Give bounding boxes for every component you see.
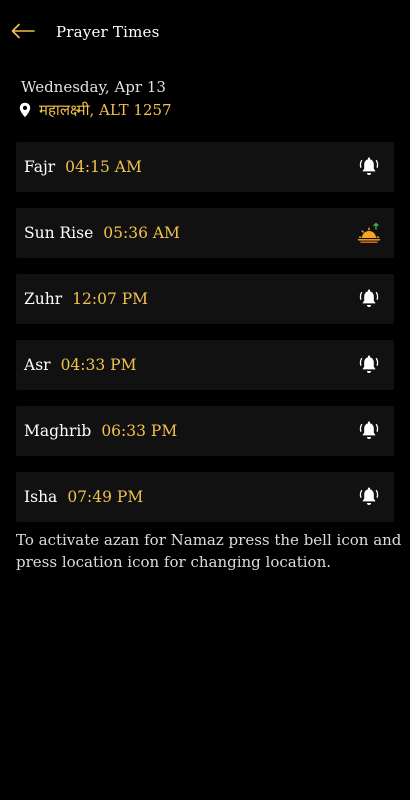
prayer-time: 07:49 PM <box>67 488 144 506</box>
location-pin-icon[interactable] <box>19 102 33 118</box>
prayer-name: Sun Rise <box>24 224 94 242</box>
prayer-time: 04:33 PM <box>60 356 137 374</box>
location-text: महालक्ष्मी, ALT 1257 <box>39 101 172 119</box>
prayer-name: Asr <box>24 356 51 374</box>
prayer-name: Fajr <box>24 158 56 176</box>
prayer-row-sunrise: Sun Rise 05:36 AM <box>16 208 394 258</box>
prayer-row-asr: Asr 04:33 PM <box>16 340 394 390</box>
prayer-name: Maghrib <box>24 422 92 440</box>
bell-icon[interactable] <box>357 485 381 509</box>
page-title: Prayer Times <box>56 23 160 41</box>
sunrise-icon <box>357 221 381 245</box>
prayer-row-maghrib: Maghrib 06:33 PM <box>16 406 394 456</box>
bell-icon[interactable] <box>357 287 381 311</box>
date-label: Wednesday, Apr 13 <box>21 78 166 96</box>
prayer-row-fajr: Fajr 04:15 AM <box>16 142 394 192</box>
prayer-time: 12:07 PM <box>72 290 149 308</box>
prayer-name: Zuhr <box>24 290 63 308</box>
back-arrow-icon <box>11 23 35 43</box>
prayer-time: 05:36 AM <box>103 224 180 242</box>
app-bar: Prayer Times <box>0 0 410 66</box>
bell-icon[interactable] <box>357 419 381 443</box>
bell-icon[interactable] <box>357 353 381 377</box>
bell-icon[interactable] <box>357 155 381 179</box>
prayer-time: 04:15 AM <box>65 158 142 176</box>
info-text: To activate azan for Namaz press the bel… <box>16 531 402 571</box>
prayer-list: Fajr 04:15 AM Sun Rise 05:36 AM Zuhr 12:… <box>16 142 394 538</box>
prayer-time: 06:33 PM <box>101 422 178 440</box>
prayer-name: Isha <box>24 488 58 506</box>
back-button[interactable] <box>10 20 36 46</box>
prayer-row-zuhr: Zuhr 12:07 PM <box>16 274 394 324</box>
location-selector[interactable]: महालक्ष्मी, ALT 1257 <box>19 100 172 120</box>
prayer-row-isha: Isha 07:49 PM <box>16 472 394 522</box>
